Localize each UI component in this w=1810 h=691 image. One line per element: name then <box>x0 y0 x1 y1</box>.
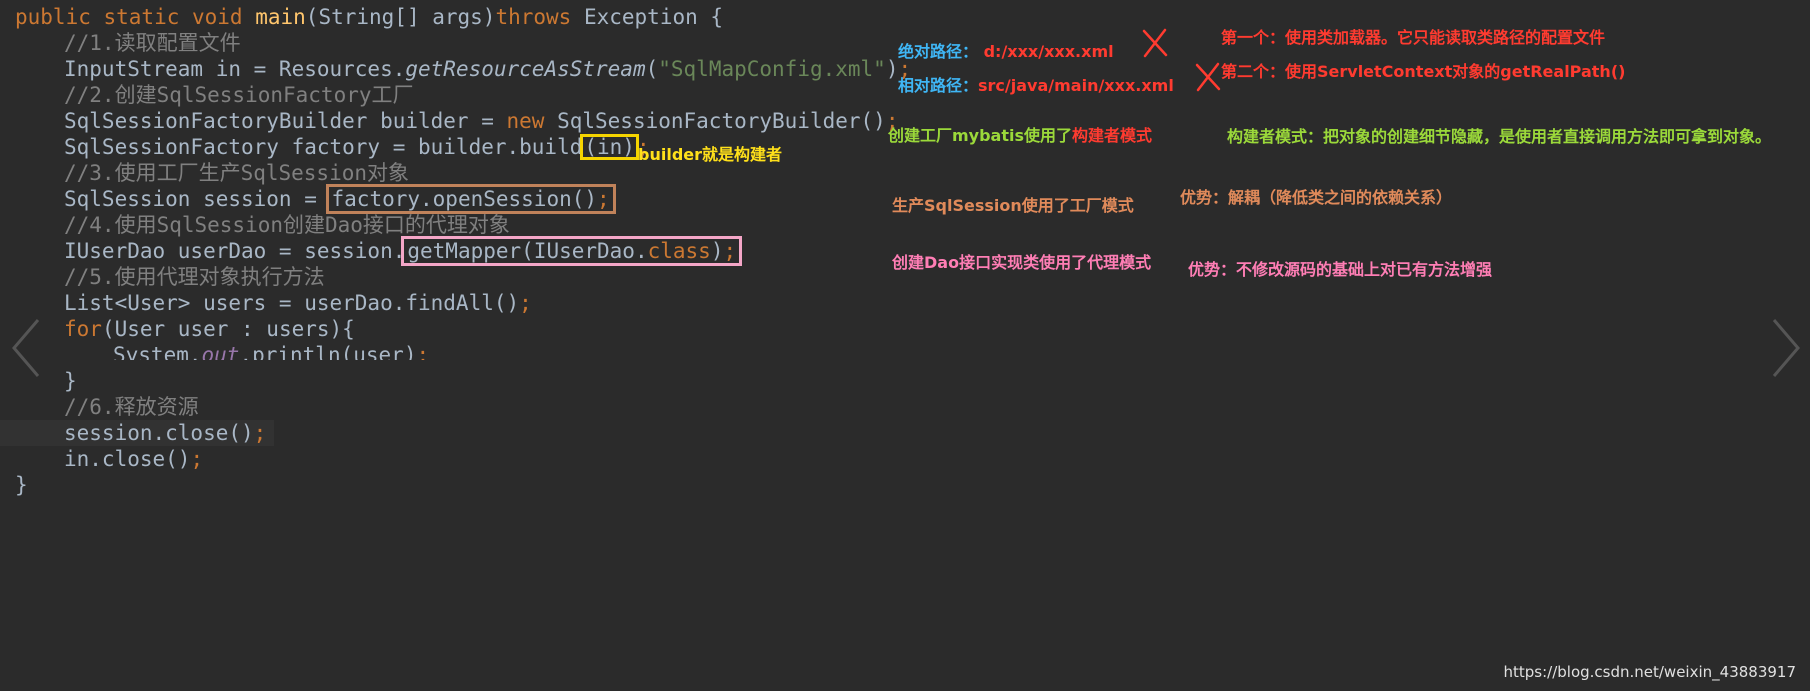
code-text: ( <box>645 57 659 81</box>
proxy-advantage-note: 优势：不修改源码的基础上对已有方法增强 <box>1188 260 1493 279</box>
code-text: (String[] args) <box>305 5 496 29</box>
semicolon: ; <box>723 239 737 263</box>
semicolon: ; <box>416 343 430 360</box>
semicolon: ; <box>190 447 204 471</box>
code-line-19: } <box>15 473 28 497</box>
code-text: ) <box>885 57 899 81</box>
keyword: class <box>647 239 711 263</box>
semicolon: ; <box>253 421 267 445</box>
keyword: public static void <box>15 5 256 29</box>
semicolon: ; <box>597 187 610 211</box>
code-line-3: InputStream in = Resources.getResourceAs… <box>15 56 911 82</box>
highlight-box-in: (in) <box>580 134 639 160</box>
code-line-18: in.close(); <box>15 446 911 472</box>
second-method-note: 第二个：使用ServletContext对象的getRealPath() <box>1221 62 1626 81</box>
first-method-note: 第一个：使用类加载器。它只能读取类路径的配置文件 <box>1221 28 1606 47</box>
chevron-right-icon[interactable] <box>1770 316 1804 380</box>
code-text: (User user : users){ <box>101 317 355 341</box>
static-method: getResourceAsStream <box>405 57 646 81</box>
builder-pattern-description: 构建者模式：把对象的创建细节隐藏，是使用者直接调用方法即可拿到对象。 <box>1227 127 1772 146</box>
code-text: ) <box>710 239 724 263</box>
relative-path-note: 相对路径：src/java/main/xxx.xml <box>898 72 1174 96</box>
absolute-path-label: 绝对路径： <box>898 42 979 61</box>
code-line-14: System.out.println(user); <box>15 342 911 360</box>
code-line-1: public static void main(String[] args)th… <box>15 4 911 30</box>
watermark: https://blog.csdn.net/weixin_43883917 <box>1503 663 1796 681</box>
code-text: SqlSessionFactory factory = builder.buil… <box>64 135 583 159</box>
builder-pattern-note: 创建工厂mybatis使用了构建者模式 <box>888 122 1152 146</box>
code-text: SqlSessionFactoryBuilder builder = <box>64 109 507 133</box>
code-text: InputStream in = Resources. <box>64 57 406 81</box>
chevron-left-icon[interactable] <box>8 316 42 380</box>
code-text: List<User> users = userDao.findAll() <box>64 291 520 315</box>
code-line-10: IUserDao userDao = session.getMapper(IUs… <box>15 236 911 266</box>
x-cross-icon <box>1195 62 1221 92</box>
builder-note: builder就是构建者 <box>638 145 783 164</box>
semicolon: ; <box>519 291 532 315</box>
code-text: getMapper(IUserDao. <box>407 239 648 263</box>
code-text: factory.openSession() <box>331 187 598 211</box>
builder-pattern-name: 构建者模式 <box>1072 126 1153 145</box>
code-text: System. <box>113 343 202 360</box>
keyword: throws <box>495 5 584 29</box>
highlight-box-open-session: factory.openSession(); <box>325 184 616 214</box>
code-line-8: SqlSession session = factory.openSession… <box>15 184 911 214</box>
code-line-12: List<User> users = userDao.findAll(); <box>15 290 911 316</box>
static-field: out <box>201 343 240 360</box>
keyword: new <box>506 109 558 133</box>
method-name: main <box>255 5 306 29</box>
code-line-11: //5.使用代理对象执行方法 <box>64 265 325 289</box>
absolute-path-note: 绝对路径： d:/xxx/xxx.xml <box>898 38 1114 62</box>
code-line-9: //4.使用SqlSession创建Dao接口的代理对象 <box>64 213 510 237</box>
absolute-path-value: d:/xxx/xxx.xml <box>983 42 1114 61</box>
code-line-13: for(User user : users){ <box>15 316 911 342</box>
factory-pattern-note: 生产SqlSession使用了工厂模式 <box>892 196 1134 215</box>
code-text: IUserDao userDao = session. <box>64 239 406 263</box>
code-line-15: } <box>64 369 77 393</box>
code-line-16: //6.释放资源 <box>64 395 199 419</box>
code-line-17: session.close(); <box>0 420 274 446</box>
code-text: SqlSession session = <box>64 187 330 211</box>
code-line-5: SqlSessionFactoryBuilder builder = new S… <box>15 108 911 134</box>
keyword: for <box>64 317 102 341</box>
code-line-4: //2.创建SqlSessionFactory工厂 <box>64 83 414 107</box>
code-text: in.close() <box>64 447 191 471</box>
code-text: SqlSessionFactoryBuilder() <box>557 109 886 133</box>
factory-advantage-note: 优势：解耦（降低类之间的依赖关系） <box>1180 188 1453 207</box>
proxy-pattern-note: 创建Dao接口实现类使用了代理模式 <box>892 253 1152 272</box>
x-cross-icon <box>1142 28 1168 58</box>
code-text: session.close() <box>64 421 254 445</box>
code-editor: public static void main(String[] args)th… <box>0 4 911 498</box>
relative-path-label: 相对路径： <box>898 76 979 95</box>
builder-pattern-text: 创建工厂mybatis使用了 <box>888 126 1073 145</box>
highlight-box-get-mapper: getMapper(IUserDao.class); <box>401 236 743 266</box>
code-text: Exception { <box>583 5 724 29</box>
code-text: .println(user) <box>239 343 417 360</box>
relative-path-value: src/java/main/xxx.xml <box>978 76 1174 95</box>
string-literal: "SqlMapConfig.xml" <box>658 57 886 81</box>
code-line-2: //1.读取配置文件 <box>64 31 241 55</box>
